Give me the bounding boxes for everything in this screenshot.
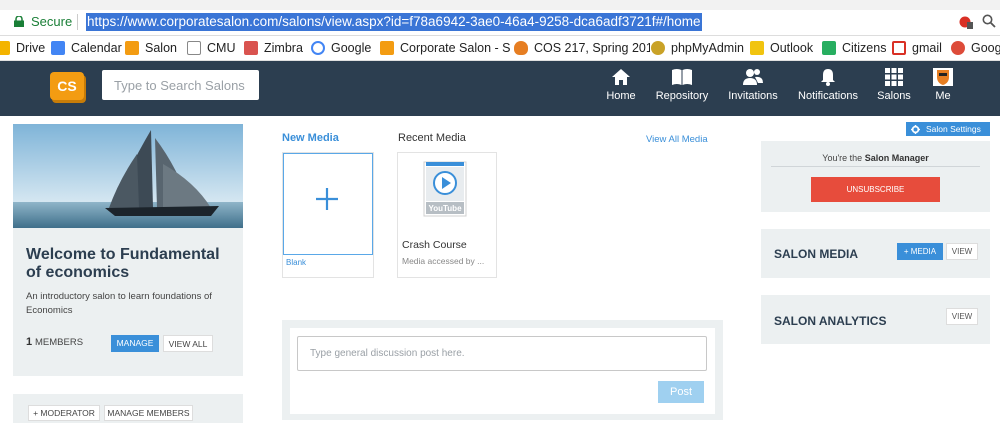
members-label: MEMBERS bbox=[35, 337, 84, 348]
lock-icon bbox=[14, 16, 24, 27]
bell-icon bbox=[821, 69, 835, 86]
salon-icon bbox=[125, 41, 139, 55]
nav-salons[interactable]: Salons bbox=[876, 68, 912, 102]
manage-members-button[interactable]: MANAGE MEMBERS bbox=[104, 405, 193, 421]
bookmark-gmail[interactable]: gmail bbox=[892, 40, 942, 56]
bookmark-citizens[interactable]: Citizens bbox=[822, 40, 886, 56]
salon-cover-image bbox=[13, 124, 243, 228]
zimbra-icon bbox=[244, 41, 258, 55]
view-all-media-link[interactable]: View All Media bbox=[646, 134, 708, 145]
gmail-icon bbox=[892, 41, 906, 55]
zoom-icon[interactable] bbox=[982, 14, 996, 28]
post-button[interactable]: Post bbox=[658, 381, 704, 403]
outlook-icon bbox=[750, 41, 764, 55]
address-divider bbox=[77, 14, 78, 30]
bookmark-drive[interactable]: Drive bbox=[0, 40, 45, 56]
nav-notifications[interactable]: Notifications bbox=[797, 68, 859, 102]
nav-home[interactable]: Home bbox=[605, 68, 637, 102]
home-icon bbox=[612, 69, 630, 85]
url-text[interactable]: https://www.corporatesalon.com/salons/vi… bbox=[86, 13, 702, 31]
recent-media-title-text[interactable]: Crash Course bbox=[402, 239, 467, 251]
bookmark-calendar[interactable]: Calendar bbox=[51, 40, 122, 56]
blank-media-label[interactable]: Blank bbox=[286, 258, 306, 267]
view-all-members-button[interactable]: VIEW ALL bbox=[163, 335, 213, 352]
new-media-title: New Media bbox=[282, 132, 339, 144]
salon-analytics-title: SALON ANALYTICS bbox=[774, 314, 887, 328]
bookmark-phpmyadmin[interactable]: phpMyAdmin bbox=[651, 40, 744, 56]
google-icon bbox=[311, 41, 325, 55]
grid-icon bbox=[885, 68, 903, 86]
video-file-icon: YouTube bbox=[423, 161, 467, 217]
princeton-icon bbox=[514, 41, 528, 55]
calendar-icon bbox=[51, 41, 65, 55]
svg-text:YouTube: YouTube bbox=[428, 204, 462, 213]
app-logo[interactable]: CS bbox=[50, 72, 84, 100]
add-moderator-button[interactable]: + MODERATOR bbox=[28, 405, 100, 421]
unsubscribe-button[interactable]: UNSUBSCRIBE bbox=[811, 177, 940, 202]
google-plus-icon bbox=[951, 41, 965, 55]
bookmark-cos217[interactable]: COS 217, Spring 2017 bbox=[514, 40, 650, 56]
salon-title: Welcome to Fundamental of economics bbox=[26, 246, 220, 281]
bookmark-zimbra[interactable]: Zimbra bbox=[244, 40, 303, 56]
view-analytics-button[interactable]: VIEW bbox=[946, 308, 978, 325]
bookmark-outlook[interactable]: Outlook bbox=[750, 40, 813, 56]
nav-invitations[interactable]: Invitations bbox=[726, 68, 780, 102]
manage-button[interactable]: MANAGE bbox=[111, 335, 159, 352]
nav-repository[interactable]: Repository bbox=[654, 68, 710, 102]
gear-icon bbox=[911, 125, 920, 134]
extension-icon[interactable] bbox=[959, 15, 973, 29]
nav-me[interactable]: Me bbox=[930, 68, 956, 102]
members-count: 1 bbox=[26, 336, 33, 348]
drive-icon bbox=[0, 41, 10, 55]
bookmark-corporate-salon[interactable]: Corporate Salon - So bbox=[380, 40, 510, 56]
search-input[interactable] bbox=[102, 70, 259, 100]
bookmark-cmu[interactable]: CMU bbox=[187, 40, 235, 56]
discussion-input[interactable] bbox=[297, 336, 707, 371]
users-icon bbox=[743, 69, 763, 85]
plus-icon bbox=[316, 188, 338, 210]
mail-icon bbox=[187, 41, 201, 55]
salon-icon bbox=[380, 41, 394, 55]
bookmark-salon[interactable]: Salon bbox=[125, 40, 177, 56]
salon-media-title: SALON MEDIA bbox=[774, 247, 858, 261]
recent-media-title: Recent Media bbox=[398, 132, 466, 144]
recent-media-subtitle: Media accessed by ... bbox=[402, 256, 485, 266]
salon-description: An introductory salon to learn foundatio… bbox=[26, 291, 212, 316]
bookmark-google-plus[interactable]: Goog bbox=[951, 40, 1000, 56]
divider bbox=[771, 166, 980, 167]
book-icon bbox=[672, 69, 692, 85]
secure-label: Secure bbox=[31, 14, 73, 29]
bookmark-google[interactable]: Google bbox=[311, 40, 371, 56]
view-media-button[interactable]: VIEW bbox=[946, 243, 978, 260]
add-media-button[interactable]: + MEDIA bbox=[897, 243, 943, 260]
browser-tab-strip bbox=[0, 0, 1000, 10]
citizens-icon bbox=[822, 41, 836, 55]
key-icon bbox=[651, 41, 665, 55]
manager-status: You're the Salon Manager bbox=[822, 153, 929, 163]
avatar-icon bbox=[933, 68, 953, 86]
